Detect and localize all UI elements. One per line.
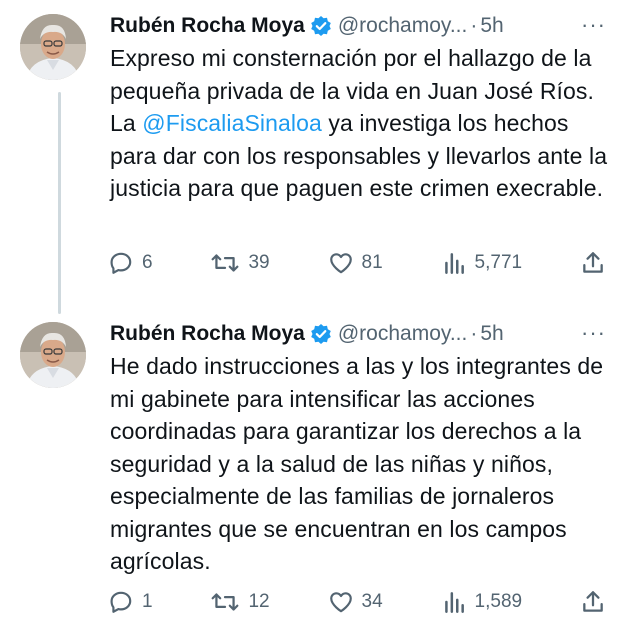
retweet-icon (212, 593, 239, 611)
share-icon (583, 591, 603, 612)
tweet-1[interactable]: Rubén Rocha Moya @rochamoy... · 5h ··· E… (0, 0, 628, 314)
author-handle[interactable]: @rochamoy... (338, 322, 467, 346)
mention-link[interactable]: @FiscaliaSinaloa (142, 110, 322, 136)
like-count: 81 (361, 252, 383, 273)
timestamp[interactable]: 5h (480, 14, 503, 38)
retweet-icon (212, 254, 239, 272)
tweet-text: He dado instrucciones a las y los integr… (110, 353, 604, 574)
verified-badge-icon (310, 323, 332, 345)
views-count: 5,771 (474, 252, 523, 273)
share-icon (583, 252, 603, 273)
views-button[interactable]: 1,589 (441, 589, 523, 615)
verified-badge-icon (310, 15, 332, 37)
views-icon (444, 253, 464, 274)
views-button[interactable]: 5,771 (441, 250, 523, 276)
like-button[interactable]: 81 (328, 250, 383, 276)
views-icon (444, 592, 464, 613)
more-options-icon[interactable]: ··· (581, 12, 606, 38)
avatar[interactable] (20, 14, 86, 80)
tweet-header: Rubén Rocha Moya @rochamoy... · 5h ··· (110, 318, 614, 350)
share-button[interactable] (580, 589, 606, 615)
like-count: 34 (361, 591, 383, 612)
thread-line (58, 92, 61, 314)
like-button[interactable]: 34 (328, 589, 383, 615)
separator-dot: · (470, 14, 478, 37)
tweet-header: Rubén Rocha Moya @rochamoy... · 5h ··· (110, 10, 614, 42)
heart-icon (329, 253, 352, 274)
heart-icon (329, 592, 352, 613)
reply-count: 6 (142, 252, 153, 273)
retweet-button[interactable]: 12 (210, 589, 270, 615)
tweet-actions: 1 12 34 1,589 (108, 586, 606, 618)
views-count: 1,589 (474, 591, 523, 612)
author-handle[interactable]: @rochamoy... (338, 14, 467, 38)
reply-icon (110, 252, 132, 274)
share-button[interactable] (580, 250, 606, 276)
tweet-text: Expreso mi consternación por el hallazgo… (110, 42, 615, 205)
retweet-count: 39 (248, 252, 270, 273)
retweet-button[interactable]: 39 (210, 250, 270, 276)
reply-button[interactable]: 6 (108, 250, 153, 276)
separator-dot: · (470, 322, 478, 345)
author-name[interactable]: Rubén Rocha Moya (110, 14, 305, 38)
timestamp[interactable]: 5h (480, 322, 503, 346)
reply-button[interactable]: 1 (108, 589, 153, 615)
more-options-icon[interactable]: ··· (581, 320, 606, 346)
reply-count: 1 (142, 591, 153, 612)
retweet-count: 12 (248, 591, 270, 612)
avatar[interactable] (20, 322, 86, 388)
tweet-actions: 6 39 81 5,771 (108, 247, 606, 279)
author-name[interactable]: Rubén Rocha Moya (110, 322, 305, 346)
reply-icon (110, 591, 132, 613)
